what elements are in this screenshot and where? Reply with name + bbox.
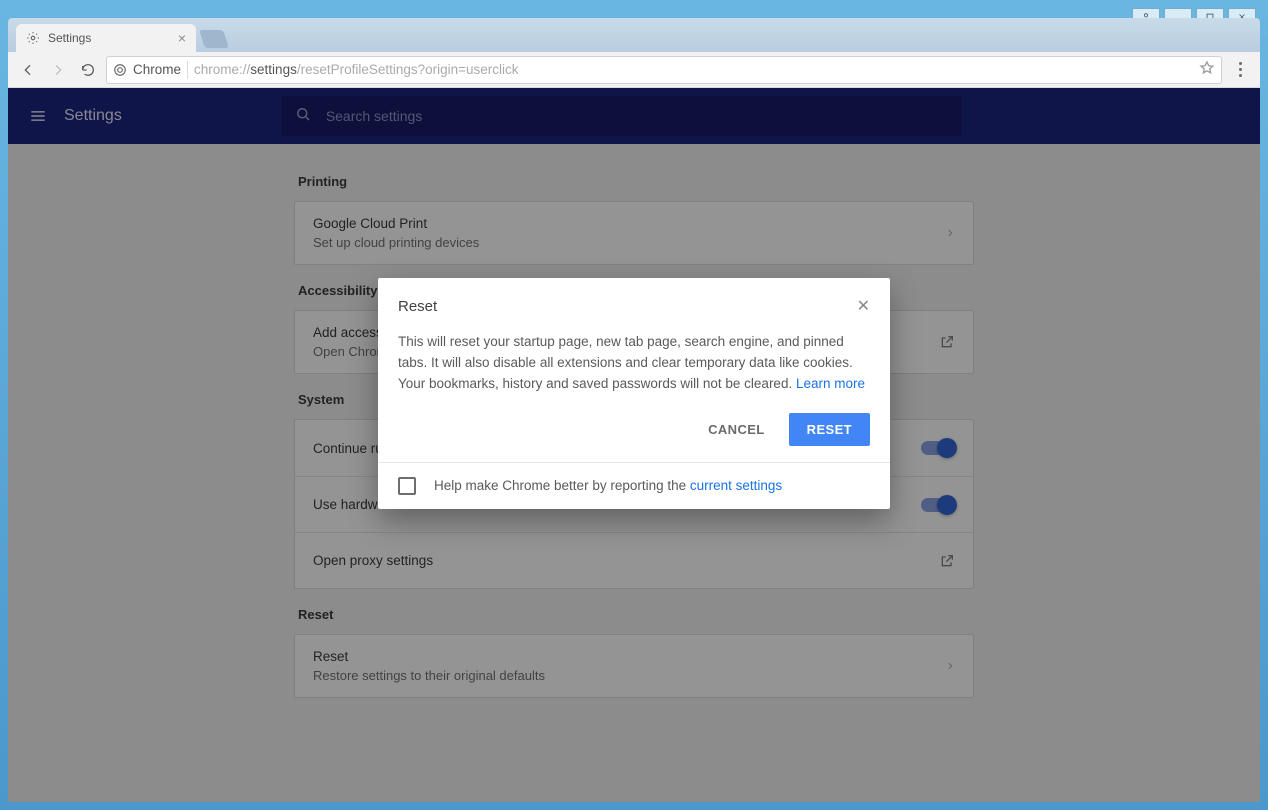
browser-window: Settings × Chrome chrome://settings/rese… <box>8 18 1260 802</box>
forward-button[interactable] <box>46 58 70 82</box>
bookmark-star-icon[interactable] <box>1199 60 1215 79</box>
reset-button[interactable]: RESET <box>789 413 870 446</box>
learn-more-link[interactable]: Learn more <box>796 376 865 391</box>
reset-dialog: Reset ✕ This will reset your startup pag… <box>378 278 890 509</box>
dialog-title: Reset <box>398 298 437 315</box>
url-text: chrome://settings/resetProfileSettings?o… <box>194 62 519 77</box>
cancel-button[interactable]: CANCEL <box>698 413 775 446</box>
browser-menu-button[interactable] <box>1228 58 1252 82</box>
dialog-footer: Help make Chrome better by reporting the… <box>378 462 890 509</box>
reload-button[interactable] <box>76 58 100 82</box>
address-bar[interactable]: Chrome chrome://settings/resetProfileSet… <box>106 56 1222 84</box>
site-chip-label: Chrome <box>133 62 181 77</box>
tab-close-icon[interactable]: × <box>178 31 186 45</box>
back-button[interactable] <box>16 58 40 82</box>
tab-label: Settings <box>48 31 91 45</box>
close-icon[interactable]: ✕ <box>857 296 870 316</box>
gear-icon <box>26 31 40 45</box>
omnibox-separator <box>187 61 188 79</box>
dialog-text: This will reset your startup page, new t… <box>398 334 853 391</box>
browser-toolbar: Chrome chrome://settings/resetProfileSet… <box>8 52 1260 88</box>
footer-text: Help make Chrome better by reporting the… <box>434 478 782 493</box>
window-frame: Settings × Chrome chrome://settings/rese… <box>0 0 1268 810</box>
site-chip: Chrome <box>113 62 181 77</box>
tab-settings[interactable]: Settings × <box>16 24 196 52</box>
new-tab-button[interactable] <box>199 30 229 48</box>
tab-strip: Settings × <box>8 18 1260 52</box>
current-settings-link[interactable]: current settings <box>690 478 782 493</box>
report-checkbox[interactable] <box>398 477 416 495</box>
dialog-body: This will reset your startup page, new t… <box>378 324 890 413</box>
